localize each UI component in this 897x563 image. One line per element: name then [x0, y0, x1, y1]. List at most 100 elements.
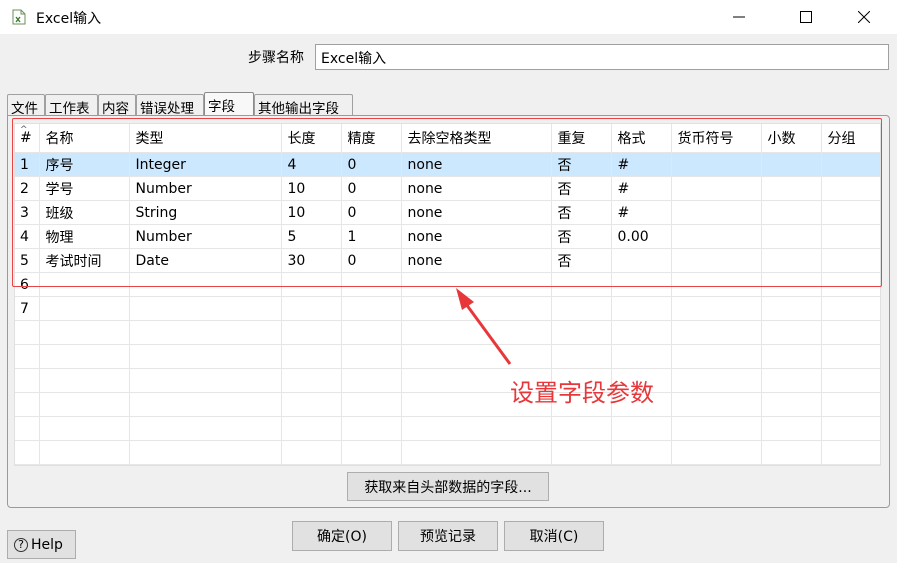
table-cell[interactable] — [821, 320, 880, 345]
table-cell[interactable] — [761, 248, 822, 273]
table-row[interactable]: 3 班级 String 10 0 none 否 # — [15, 200, 880, 225]
table-cell[interactable]: 6 — [15, 272, 40, 297]
table-cell[interactable] — [129, 440, 282, 465]
table-cell[interactable] — [129, 368, 282, 393]
table-cell[interactable] — [129, 272, 282, 297]
table-cell[interactable] — [821, 440, 880, 465]
table-cell[interactable] — [671, 200, 762, 225]
table-cell[interactable] — [821, 176, 880, 201]
column-header[interactable]: 精度 — [341, 124, 402, 153]
column-header[interactable]: 货币符号 — [671, 124, 762, 153]
maximize-button[interactable] — [781, 0, 831, 34]
table-cell[interactable] — [341, 392, 402, 417]
table-row[interactable]: 5 考试时间 Date 30 0 none 否 — [15, 248, 880, 273]
table-cell[interactable] — [341, 296, 402, 321]
table-cell[interactable] — [611, 296, 672, 321]
table-cell[interactable]: String — [129, 200, 282, 225]
table-cell[interactable] — [671, 416, 762, 441]
table-cell[interactable]: 否 — [551, 200, 612, 225]
table-cell[interactable] — [15, 440, 40, 465]
table-cell[interactable]: Date — [129, 248, 282, 273]
table-cell[interactable] — [611, 320, 672, 345]
minimize-button[interactable] — [714, 0, 764, 34]
table-cell[interactable] — [761, 344, 822, 369]
table-cell[interactable] — [551, 320, 612, 345]
table-cell[interactable] — [761, 320, 822, 345]
table-cell[interactable]: 否 — [551, 176, 612, 201]
column-header[interactable]: 名称 — [39, 124, 130, 153]
tab-additional-output-fields[interactable]: 其他输出字段 — [254, 94, 353, 117]
table-cell[interactable] — [401, 416, 552, 441]
column-header[interactable]: 小数 — [761, 124, 822, 153]
table-cell[interactable] — [341, 368, 402, 393]
table-cell[interactable] — [821, 296, 880, 321]
table-cell[interactable]: none — [401, 224, 552, 249]
ok-button[interactable]: 确定(O) — [292, 521, 392, 551]
table-cell[interactable] — [611, 248, 672, 273]
step-name-input[interactable]: Excel输入 — [315, 44, 889, 70]
table-cell[interactable]: 0 — [341, 248, 402, 273]
table-cell[interactable] — [129, 320, 282, 345]
table-cell[interactable] — [761, 296, 822, 321]
table-cell[interactable] — [341, 416, 402, 441]
table-cell[interactable]: 30 — [281, 248, 342, 273]
table-cell[interactable] — [671, 368, 762, 393]
table-cell[interactable] — [551, 416, 612, 441]
table-cell[interactable] — [15, 320, 40, 345]
table-cell[interactable]: 5 — [15, 248, 40, 273]
column-header[interactable]: 长度 — [281, 124, 342, 153]
table-cell[interactable]: none — [401, 200, 552, 225]
table-cell[interactable]: Number — [129, 224, 282, 249]
table-cell[interactable]: 班级 — [39, 200, 130, 225]
table-cell[interactable] — [15, 368, 40, 393]
table-cell[interactable] — [551, 344, 612, 369]
table-cell[interactable] — [671, 392, 762, 417]
table-cell[interactable] — [341, 272, 402, 297]
table-row[interactable]: 2 学号 Number 10 0 none 否 # — [15, 176, 880, 201]
table-cell[interactable] — [821, 200, 880, 225]
table-cell[interactable] — [671, 272, 762, 297]
table-cell[interactable] — [671, 176, 762, 201]
help-button[interactable]: ? Help — [7, 530, 76, 559]
column-header[interactable]: 类型 — [129, 124, 282, 153]
preview-button[interactable]: 预览记录 — [398, 521, 498, 551]
cancel-button[interactable]: 取消(C) — [504, 521, 604, 551]
table-cell[interactable]: 0 — [341, 152, 402, 177]
table-cell[interactable] — [281, 416, 342, 441]
table-cell[interactable]: 3 — [15, 200, 40, 225]
table-cell[interactable]: # — [611, 200, 672, 225]
tab-file[interactable]: 文件 — [7, 94, 45, 117]
table-cell[interactable] — [821, 392, 880, 417]
table-cell[interactable] — [281, 440, 342, 465]
table-cell[interactable] — [611, 416, 672, 441]
table-cell[interactable]: none — [401, 152, 552, 177]
table-cell[interactable]: Number — [129, 176, 282, 201]
table-cell[interactable]: # — [611, 152, 672, 177]
table-cell[interactable]: 4 — [281, 152, 342, 177]
table-cell[interactable] — [821, 152, 880, 177]
table-cell[interactable]: 4 — [15, 224, 40, 249]
table-cell[interactable] — [129, 344, 282, 369]
table-cell[interactable] — [551, 296, 612, 321]
column-header[interactable]: 格式 — [611, 124, 672, 153]
table-cell[interactable] — [761, 416, 822, 441]
table-cell[interactable]: # — [611, 176, 672, 201]
column-header[interactable]: 分组 — [821, 124, 880, 153]
table-cell[interactable] — [341, 440, 402, 465]
table-cell[interactable]: 学号 — [39, 176, 130, 201]
table-cell[interactable] — [761, 152, 822, 177]
column-header[interactable]: 去除空格类型 — [401, 124, 552, 153]
get-fields-button[interactable]: 获取来自头部数据的字段... — [347, 472, 549, 501]
table-row[interactable]: 1 序号 Integer 4 0 none 否 # — [15, 152, 880, 177]
table-cell[interactable] — [821, 272, 880, 297]
table-cell[interactable] — [39, 320, 130, 345]
table-cell[interactable] — [281, 296, 342, 321]
table-row[interactable] — [15, 368, 880, 393]
table-cell[interactable]: 否 — [551, 224, 612, 249]
table-cell[interactable] — [15, 392, 40, 417]
table-cell[interactable] — [401, 440, 552, 465]
table-cell[interactable]: 2 — [15, 176, 40, 201]
tab-fields[interactable]: 字段 — [204, 92, 254, 116]
table-cell[interactable] — [281, 272, 342, 297]
table-cell[interactable]: 10 — [281, 176, 342, 201]
